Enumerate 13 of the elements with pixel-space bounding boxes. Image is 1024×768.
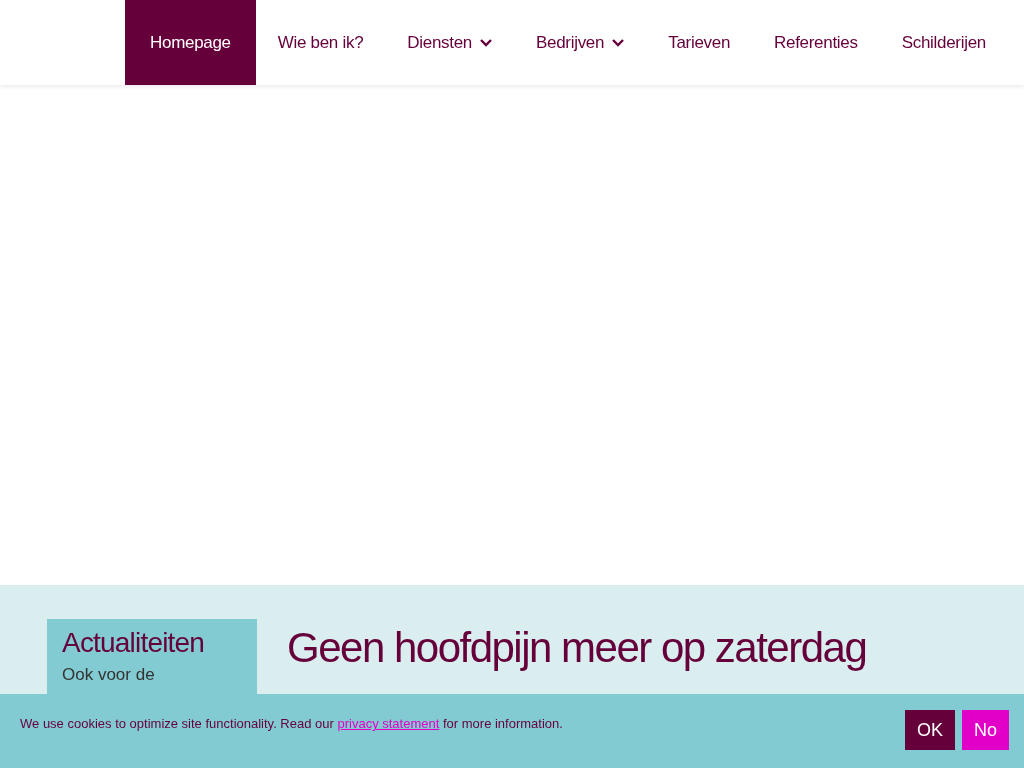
decline-button[interactable]: No	[962, 710, 1009, 750]
nav-link[interactable]: Schilderijen	[879, 0, 1008, 85]
nav-link[interactable]: Homepage	[125, 0, 256, 85]
cookie-message: We use cookies to optimize site functionality. Read our privacy statement for more information.	[20, 715, 563, 734]
news-title: Actualiteiten	[62, 626, 206, 660]
nav-link[interactable]: Tarieven	[646, 0, 753, 85]
news-text: Ook voor de	[62, 664, 156, 686]
nav-link[interactable]: Diensten	[385, 0, 514, 85]
accept-button[interactable]: OK	[904, 710, 955, 750]
nav-link[interactable]: Bedrijven	[514, 0, 647, 85]
article-heading: Geen hoofdpijn meer op zaterdag	[287, 627, 867, 669]
nav-link[interactable]: Wie ben ik?	[255, 0, 386, 85]
nav-link[interactable]: Referenties	[752, 0, 880, 85]
